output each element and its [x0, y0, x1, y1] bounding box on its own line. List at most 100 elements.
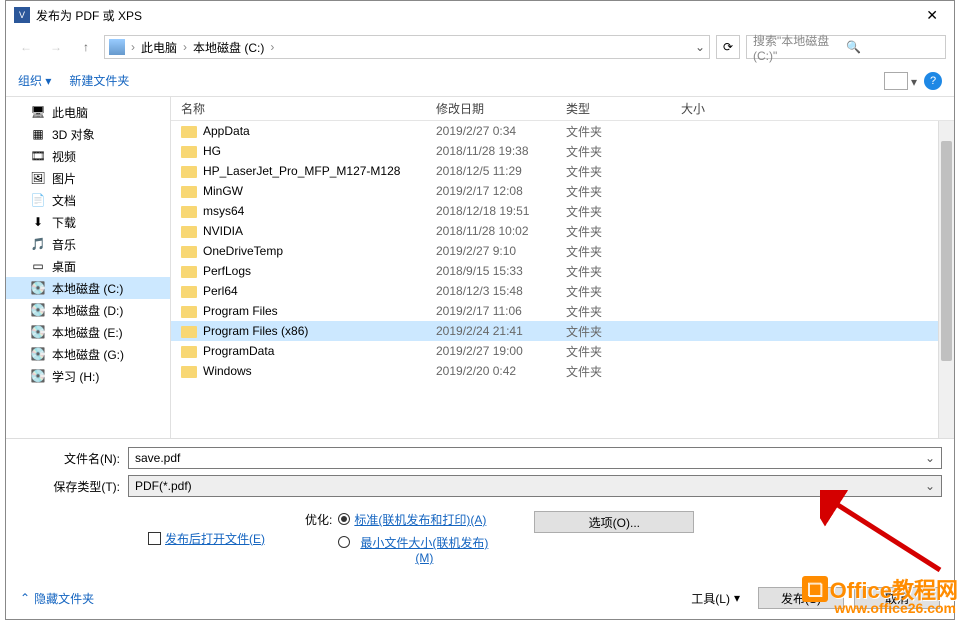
checkbox-icon — [148, 532, 161, 545]
sidebar-item-label: 本地磁盘 (C:) — [52, 280, 123, 297]
brand-icon: □ — [802, 576, 828, 602]
scrollbar[interactable] — [938, 121, 954, 438]
tools-button[interactable]: 工具(L) ▾ — [683, 587, 748, 609]
folder-icon — [181, 326, 197, 338]
filetype-label: 保存类型(T): — [18, 478, 128, 495]
folder-icon — [181, 306, 197, 318]
folder-icon — [181, 346, 197, 358]
filename-input[interactable]: save.pdf ⌄ — [128, 447, 942, 469]
sidebar-item[interactable]: 🖼 图片 — [6, 167, 170, 189]
form-area: 文件名(N): save.pdf ⌄ 保存类型(T): PDF(*.pdf) ⌄… — [6, 438, 954, 577]
search-placeholder: 搜索"本地磁盘 (C:)" — [753, 32, 846, 63]
chevron-down-icon[interactable]: ⌄ — [925, 451, 935, 465]
watermark-url: www.office26.com — [834, 600, 956, 616]
breadcrumb[interactable]: › 此电脑 › 本地磁盘 (C:) › ⌄ — [104, 35, 710, 59]
sidebar-item[interactable]: 💽 本地磁盘 (G:) — [6, 343, 170, 365]
table-row[interactable]: AppData2019/2/27 0:34文件夹 — [171, 121, 954, 141]
crumb-drive[interactable]: 本地磁盘 (C:) — [189, 39, 268, 56]
chevron-down-icon[interactable]: ⌄ — [695, 40, 705, 54]
folder-icon — [181, 266, 197, 278]
sidebar-item-label: 文档 — [52, 192, 76, 209]
view-mode-button[interactable]: ▾ — [884, 72, 908, 90]
sidebar-item-label: 本地磁盘 (E:) — [52, 324, 123, 341]
chevron-down-icon[interactable]: ⌄ — [925, 479, 935, 493]
table-row[interactable]: PerfLogs2018/9/15 15:33文件夹 — [171, 261, 954, 281]
pic-icon: 🖼 — [30, 170, 46, 186]
collapse-icon: ⌃ — [20, 591, 30, 605]
sidebar-item-label: 桌面 — [52, 258, 76, 275]
refresh-icon[interactable]: ⟳ — [716, 35, 740, 59]
sidebar-item[interactable]: ▭桌面 — [6, 255, 170, 277]
help-icon[interactable]: ? — [924, 72, 942, 90]
new-folder-button[interactable]: 新建文件夹 — [69, 72, 129, 89]
up-icon[interactable]: ↑ — [74, 35, 98, 59]
chevron-right-icon: › — [183, 40, 187, 54]
sidebar-item-label: 下载 — [52, 214, 76, 231]
table-row[interactable]: Program Files2019/2/17 11:06文件夹 — [171, 301, 954, 321]
folder-icon — [181, 226, 197, 238]
col-size[interactable]: 大小 — [671, 100, 751, 117]
optimize-standard-radio[interactable]: 标准(联机发布和打印)(A) — [338, 511, 494, 528]
music-icon: 🎵 — [30, 236, 46, 252]
table-row[interactable]: HG2018/11/28 19:38文件夹 — [171, 141, 954, 161]
sidebar-item[interactable]: ⬇下载 — [6, 211, 170, 233]
sidebar-item-label: 本地磁盘 (G:) — [52, 346, 124, 363]
sidebar-item[interactable]: 🎞视频 — [6, 145, 170, 167]
optimize-min-radio[interactable]: 最小文件大小(联机发布)(M) — [338, 534, 494, 565]
disk-icon: 💽 — [30, 346, 46, 362]
hide-folders-button[interactable]: ⌃ 隐藏文件夹 — [20, 590, 94, 607]
table-row[interactable]: ProgramData2019/2/27 19:00文件夹 — [171, 341, 954, 361]
table-row[interactable]: NVIDIA2018/11/28 10:02文件夹 — [171, 221, 954, 241]
col-date[interactable]: 修改日期 — [426, 100, 556, 117]
table-row[interactable]: MinGW2019/2/17 12:08文件夹 — [171, 181, 954, 201]
filename-label: 文件名(N): — [18, 450, 128, 467]
disk-icon: 💽 — [30, 302, 46, 318]
sidebar-item[interactable]: 🎵 音乐 — [6, 233, 170, 255]
folder-icon — [181, 126, 197, 138]
sidebar-item[interactable]: 💽本地磁盘 (E:) — [6, 321, 170, 343]
table-row[interactable]: OneDriveTemp2019/2/27 9:10文件夹 — [171, 241, 954, 261]
sidebar-item[interactable]: 💽本地磁盘 (D:) — [6, 299, 170, 321]
folder-icon — [181, 146, 197, 158]
forward-icon[interactable]: → — [44, 35, 68, 59]
column-headers: 名称 修改日期 类型 大小 — [171, 97, 954, 121]
3d-icon: ▦ — [30, 126, 46, 142]
navbar: ← → ↑ › 此电脑 › 本地磁盘 (C:) › ⌄ ⟳ 搜索"本地磁盘 (C… — [6, 29, 954, 65]
table-row[interactable]: HP_LaserJet_Pro_MFP_M127-M1282018/12/5 1… — [171, 161, 954, 181]
save-dialog: V 发布为 PDF 或 XPS ✕ ← → ↑ › 此电脑 › 本地磁盘 (C:… — [5, 0, 955, 620]
sidebar-item[interactable]: 💽本地磁盘 (C:) — [6, 277, 170, 299]
file-list: 名称 修改日期 类型 大小 AppData2019/2/27 0:34文件夹HG… — [171, 97, 954, 438]
sidebar-item-label: 3D 对象 — [52, 126, 95, 143]
crumb-pc[interactable]: 此电脑 — [137, 39, 181, 56]
sidebar-item[interactable]: 💽学习 (H:) — [6, 365, 170, 387]
doc-icon: 📄 — [30, 192, 46, 208]
sidebar-item[interactable]: 🖥此电脑 — [6, 101, 170, 123]
sidebar-item[interactable]: 📄 文档 — [6, 189, 170, 211]
col-type[interactable]: 类型 — [556, 100, 671, 117]
close-icon[interactable]: ✕ — [918, 7, 946, 24]
chevron-right-icon: › — [131, 40, 135, 54]
col-name[interactable]: 名称 — [171, 100, 426, 117]
open-after-checkbox[interactable]: 发布后打开文件(E) — [148, 511, 265, 565]
sidebar-item-label: 音乐 — [52, 236, 76, 253]
search-input[interactable]: 搜索"本地磁盘 (C:)" 🔍 — [746, 35, 946, 59]
folder-icon — [181, 286, 197, 298]
body: 🖥此电脑▦3D 对象🎞视频🖼图片📄文档⬇下载🎵音乐▭桌面💽本地磁盘 (C:)💽本… — [6, 97, 954, 438]
options-button[interactable]: 选项(O)... — [534, 511, 694, 533]
table-row[interactable]: Program Files (x86)2019/2/24 21:41文件夹 — [171, 321, 954, 341]
sidebar-item-label: 此电脑 — [52, 104, 88, 121]
scrollbar-thumb[interactable] — [941, 141, 952, 361]
back-icon[interactable]: ← — [14, 35, 38, 59]
optimize-label: 优化: — [305, 511, 332, 565]
table-row[interactable]: Perl642018/12/3 15:48文件夹 — [171, 281, 954, 301]
table-row[interactable]: Windows2019/2/20 0:42文件夹 — [171, 361, 954, 381]
filetype-select[interactable]: PDF(*.pdf) ⌄ — [128, 475, 942, 497]
folder-icon — [181, 246, 197, 258]
table-row[interactable]: msys642018/12/18 19:51文件夹 — [171, 201, 954, 221]
disk-icon: 💽 — [30, 368, 46, 384]
sidebar-item-label: 图片 — [52, 170, 76, 187]
organize-button[interactable]: 组织 ▾ — [18, 72, 51, 89]
folder-icon — [181, 206, 197, 218]
folder-icon — [181, 166, 197, 178]
sidebar-item[interactable]: ▦ 3D 对象 — [6, 123, 170, 145]
